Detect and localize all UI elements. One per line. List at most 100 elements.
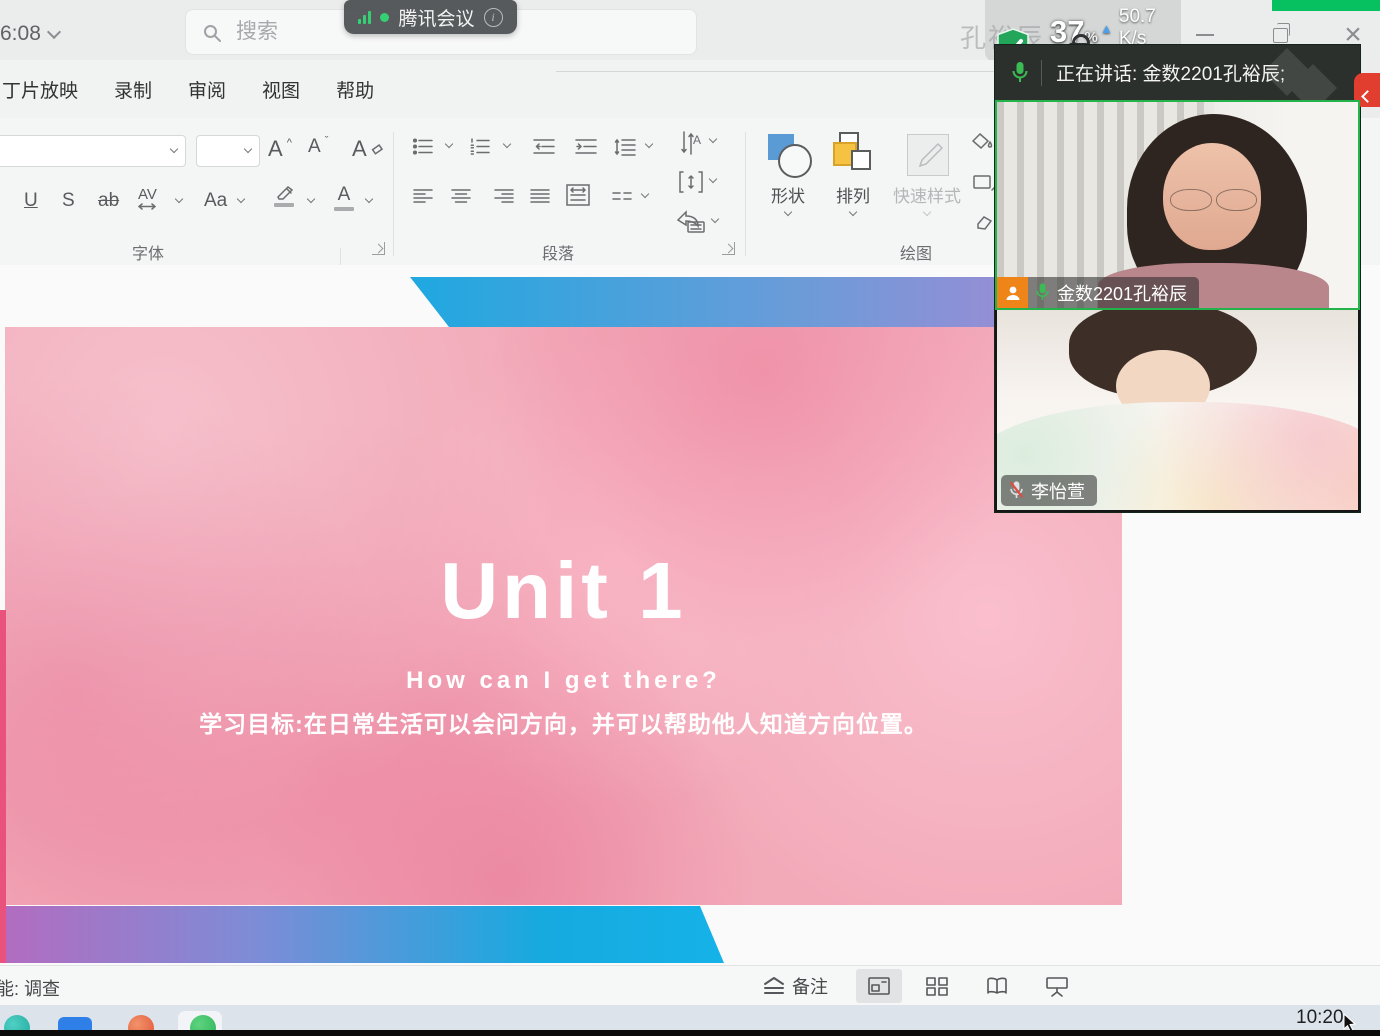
quick-styles-button[interactable]: 快速样式 [888,126,966,222]
strikethrough-button[interactable]: ab [98,190,119,212]
spacing-arrows-icon [138,203,156,210]
os-taskbar: 10:20 [0,1005,1380,1030]
font-color-button[interactable]: A [334,184,354,211]
case-dropdown-icon[interactable] [237,195,245,203]
reading-view-icon [984,976,1010,996]
character-spacing-button[interactable]: AV [138,186,157,210]
restore-icon [1273,28,1288,43]
underline-button[interactable]: U [24,190,38,212]
bullet-list-icon [413,138,433,155]
increase-font-button[interactable]: A^ [268,136,292,162]
decrease-indent-icon [533,138,555,155]
window-top-divider [556,71,1011,72]
numbering-button[interactable] [470,138,490,155]
menu-item-record[interactable]: 录制 [114,76,152,103]
menu-item-help[interactable]: 帮助 [336,76,374,103]
shape-outline-button[interactable] [972,174,996,192]
justify-button[interactable] [530,188,550,204]
clear-format-button[interactable]: A [352,136,383,162]
notes-icon [762,976,786,996]
font-name-combobox[interactable] [0,135,186,167]
menu-item-review[interactable]: 审阅 [188,76,226,103]
normal-view-button[interactable] [856,969,902,1003]
align-right-button[interactable] [494,188,514,204]
decrease-font-button[interactable]: Aˇ [308,136,328,158]
decrease-indent-button[interactable] [533,138,555,155]
bullets-dropdown-icon[interactable] [445,140,453,148]
align-center-button[interactable] [451,188,471,204]
font-size-combobox[interactable] [196,135,260,167]
align-text-dropdown-icon[interactable] [709,175,717,183]
quick-styles-icon [905,132,949,176]
shape-fill-button[interactable] [972,132,996,150]
participant-video-1[interactable]: 金数2201孔裕辰 [995,100,1360,310]
menu-bar: 丁片放映 录制 审阅 视图 帮助 [0,60,997,118]
participant-2-name: 李怡萱 [1031,478,1085,504]
highlight-color-button[interactable] [274,184,298,207]
shapes-button[interactable]: 形状 [757,126,819,222]
status-left-text: 能: 调查 [0,975,60,1001]
shapes-dropdown-icon [784,208,792,216]
change-case-button[interactable]: Aa [204,190,227,212]
status-bar: 能: 调查 备注 − + + 63% [0,965,1380,1006]
increase-indent-button[interactable] [575,138,597,155]
fill-icon [972,132,996,150]
slide-subtitle[interactable]: How can I get there? [5,667,1122,695]
font-dialog-launcher[interactable] [372,242,385,255]
host-badge-icon [997,277,1028,308]
text-direction-icon: A [678,130,704,156]
header-divider [1041,60,1042,86]
slideshow-button[interactable] [1034,969,1080,1003]
spacing-dropdown-icon[interactable] [175,195,183,203]
bottom-black-bar [0,1030,1380,1036]
outline-icon [972,174,996,192]
slide-learning-goal[interactable]: 学习目标:在日常生活可以会问方向，并可以帮助他人知道方向位置。 [5,705,1122,739]
numbering-dropdown-icon[interactable] [503,140,511,148]
notes-button[interactable]: 备注 [762,973,828,999]
mic-on-icon [1035,282,1050,303]
font-color-dropdown-icon[interactable] [365,195,373,203]
meeting-floating-pill[interactable]: 腾讯会议 i [344,0,517,34]
line-spacing-dropdown-icon[interactable] [645,140,653,148]
menu-item-slideshow[interactable]: 丁片放映 [2,76,78,103]
columns-dropdown-icon[interactable] [641,190,649,198]
upload-speed: 50.7 K/s [1119,6,1186,50]
taskbar-clock[interactable]: 10:20 [1296,1007,1344,1029]
smartart-button[interactable] [676,210,706,234]
highlight-dropdown-icon[interactable] [307,195,315,203]
line-spacing-icon [614,138,636,156]
align-left-button[interactable] [413,188,433,204]
distribute-button[interactable] [566,184,590,206]
bullets-button[interactable] [413,138,433,155]
columns-button[interactable] [612,190,632,203]
slide-title[interactable]: Unit 1 [5,545,1122,637]
slide-canvas[interactable]: Unit 1 How can I get there? 学习目标:在日常生活可以… [5,327,1122,905]
search-icon [202,23,222,43]
system-time[interactable]: 6:08 [0,22,59,46]
quick-styles-dropdown-icon [923,208,931,216]
upload-arrow-icon: ▲ [1100,21,1113,36]
participant-video-2[interactable]: 李怡萱 [995,310,1360,512]
text-direction-button[interactable]: A [678,130,704,156]
decor-pink-strip [0,610,6,963]
shape-effects-button[interactable] [972,214,996,232]
reading-view-button[interactable] [974,969,1020,1003]
distribute-icon [566,184,590,206]
smartart-dropdown-icon[interactable] [711,215,719,223]
participant-2-label: 李怡萱 [1001,475,1097,506]
menu-item-view[interactable]: 视图 [262,76,300,103]
line-spacing-button[interactable] [614,138,636,156]
align-text-button[interactable] [678,170,704,194]
columns-icon [612,190,632,203]
minimize-icon [1196,34,1214,36]
eraser-icon [371,143,383,155]
text-direction-dropdown-icon[interactable] [709,135,717,143]
shadow-button[interactable]: S [62,190,75,212]
info-icon[interactable]: i [484,8,503,27]
arrange-button[interactable]: 排列 [822,126,884,222]
green-dot-icon [380,13,389,22]
align-text-icon [678,170,704,194]
mic-muted-icon [1009,480,1024,501]
paragraph-dialog-launcher[interactable] [722,242,735,255]
slide-sorter-button[interactable] [914,969,960,1003]
